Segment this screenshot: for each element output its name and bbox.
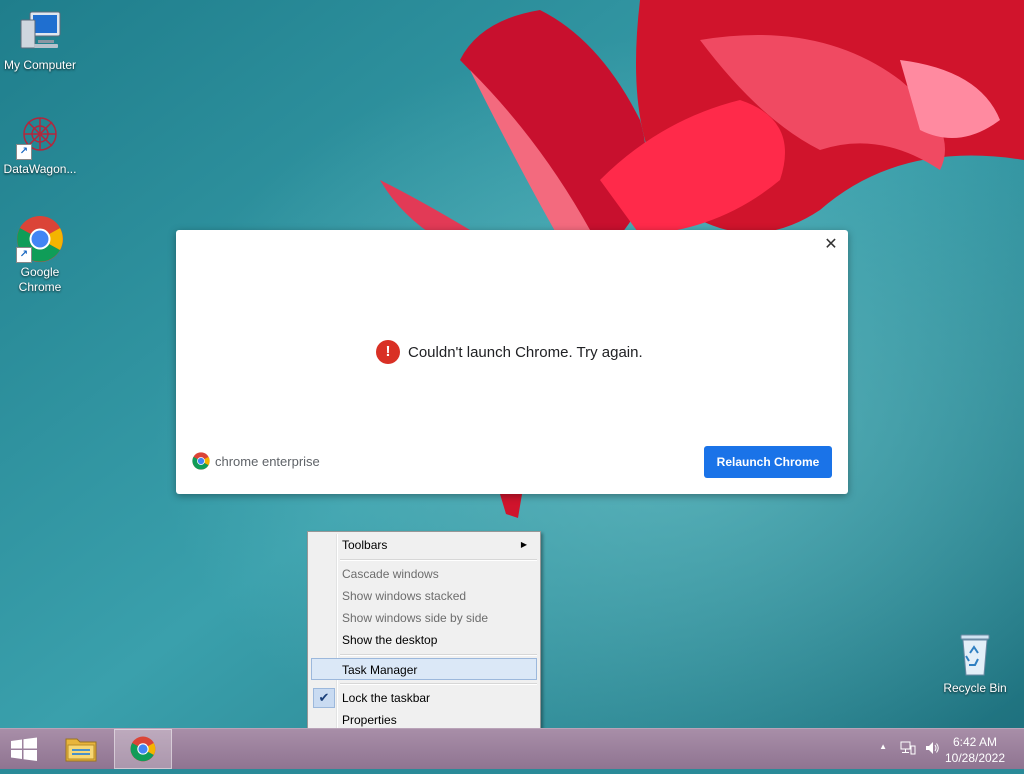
- chrome-icon: [130, 736, 156, 762]
- menu-item-label: Lock the taskbar: [342, 691, 431, 705]
- shortcut-arrow-icon: ↗: [16, 144, 32, 160]
- menu-item-show-windows-stacked[interactable]: Show windows stacked: [311, 585, 537, 607]
- menu-item-label: Show the desktop: [342, 633, 438, 647]
- windows-logo-icon: [11, 737, 37, 761]
- error-message-row: ! Couldn't launch Chrome. Try again.: [376, 340, 643, 364]
- menu-item-task-manager[interactable]: Task Manager: [311, 658, 537, 680]
- show-hidden-icons-icon[interactable]: ▲: [879, 742, 887, 751]
- error-message: Couldn't launch Chrome. Try again.: [408, 343, 643, 361]
- desktop-icon-label: Recycle Bin: [943, 681, 1007, 695]
- menu-item-show-windows-side-by-side[interactable]: Show windows side by side: [311, 607, 537, 629]
- menu-item-cascade-windows[interactable]: Cascade windows: [311, 563, 537, 585]
- system-tray: ▲ 6:42 AM 10/28/2022: [864, 729, 1024, 769]
- desktop-icon-label-line1: Google: [20, 265, 60, 279]
- computer-icon: [16, 8, 64, 56]
- chrome-error-dialog: ✕ ! Couldn't launch Chrome. Try again. c…: [176, 230, 848, 494]
- menu-item-toolbars[interactable]: Toolbars ▶: [311, 534, 537, 556]
- menu-item-lock-the-taskbar[interactable]: ✔ Lock the taskbar: [311, 687, 537, 709]
- taskbar-clock[interactable]: 6:42 AM 10/28/2022: [940, 734, 1010, 766]
- desktop-icon-recycle-bin[interactable]: Recycle Bin: [935, 631, 1015, 696]
- menu-separator: [340, 654, 537, 656]
- menu-item-label: Cascade windows: [342, 567, 439, 581]
- clock-date: 10/28/2022: [944, 751, 1006, 765]
- taskbar-context-menu: Toolbars ▶ Cascade windows Show windows …: [307, 531, 541, 735]
- error-icon: !: [376, 340, 400, 364]
- desktop-icon-my-computer[interactable]: My Computer: [0, 8, 80, 73]
- menu-item-show-the-desktop[interactable]: Show the desktop: [311, 629, 537, 651]
- volume-icon[interactable]: [924, 740, 940, 761]
- folder-icon: [65, 738, 97, 762]
- chrome-logo-icon: [192, 452, 210, 470]
- close-icon[interactable]: ✕: [822, 236, 840, 254]
- desktop-icon-google-chrome[interactable]: ↗ Google Chrome: [0, 215, 80, 295]
- menu-item-label: Toolbars: [342, 538, 388, 552]
- chrome-icon: ↗: [16, 215, 64, 263]
- checkmark-icon: ✔: [313, 688, 335, 708]
- chrome-enterprise-logo: chrome enterprise: [192, 452, 320, 470]
- start-button[interactable]: [0, 729, 48, 769]
- relaunch-chrome-button[interactable]: Relaunch Chrome: [704, 446, 832, 478]
- submenu-arrow-icon: ▶: [520, 540, 527, 549]
- brand-label: chrome enterprise: [215, 453, 320, 469]
- menu-separator: [340, 559, 537, 561]
- taskbar-chrome[interactable]: [114, 729, 172, 769]
- menu-item-label: Task Manager: [342, 663, 418, 677]
- desktop-icon-label-line2: Chrome: [18, 280, 62, 294]
- desktop-icon-label: DataWagon...: [3, 162, 77, 176]
- recycle-bin-icon: [951, 631, 999, 679]
- datawagon-icon: ↗: [16, 112, 64, 160]
- menu-item-label: Show windows stacked: [342, 589, 467, 603]
- desktop-icon-label: My Computer: [3, 58, 77, 72]
- menu-item-label: Show windows side by side: [342, 611, 489, 625]
- taskbar-file-explorer[interactable]: [56, 729, 106, 769]
- menu-separator: [340, 683, 537, 685]
- network-icon[interactable]: [900, 740, 916, 761]
- taskbar[interactable]: ▲ 6:42 AM 10/28/2022: [0, 728, 1024, 769]
- shortcut-arrow-icon: ↗: [16, 247, 32, 263]
- desktop-icon-datawagon[interactable]: ↗ DataWagon...: [0, 112, 80, 177]
- clock-time: 6:42 AM: [952, 735, 998, 749]
